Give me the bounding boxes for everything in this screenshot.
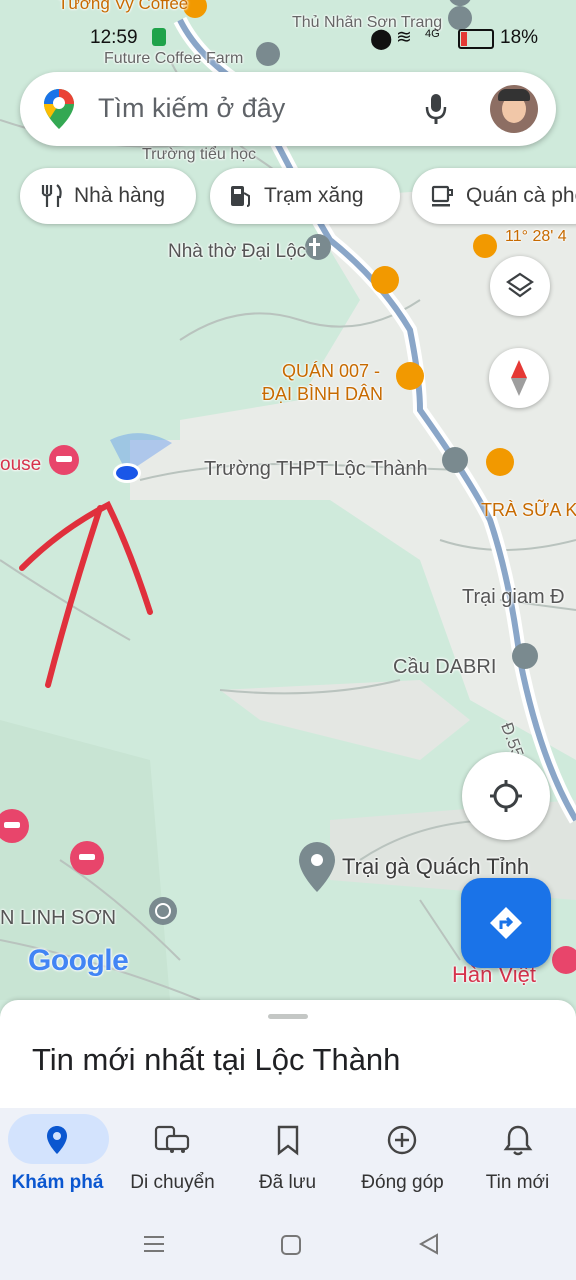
chip-label: Quán cà phê [466, 184, 576, 207]
status-bar: 12:59 ⬤ ≋ 4G 18% [0, 24, 576, 54]
bottom-sheet[interactable]: Tin mới nhất tại Lộc Thành [0, 1000, 576, 1108]
nav-contribute[interactable]: Đóng góp [345, 1108, 460, 1208]
map-label[interactable]: ouse [0, 454, 41, 476]
map-label[interactable]: Tường Vy Coffee [58, 0, 188, 14]
add-circle-icon [387, 1125, 417, 1155]
my-location-button[interactable] [462, 752, 550, 840]
compass-button[interactable] [489, 348, 549, 408]
gas-station-icon [231, 186, 250, 207]
chip-restaurants[interactable]: Nhà hàng [20, 168, 196, 224]
bottom-nav: Khám phá Di chuyển Đã lưu Đóng góp Tin m… [0, 1108, 576, 1208]
map-label[interactable]: Trại giam Đ [462, 586, 565, 609]
nav-updates[interactable]: Tin mới [460, 1108, 575, 1208]
back-icon[interactable] [418, 1232, 440, 1256]
layers-button[interactable] [490, 256, 550, 316]
nav-label: Đóng góp [361, 1172, 444, 1193]
commute-icon [154, 1125, 190, 1153]
status-time: 12:59 [90, 27, 138, 48]
avatar[interactable] [490, 85, 538, 133]
bell-icon [503, 1125, 533, 1156]
restaurant-icon [41, 184, 62, 207]
google-maps-logo-icon [44, 89, 74, 129]
battery-level: 18% [500, 27, 539, 48]
nav-label: Di chuyển [130, 1172, 215, 1193]
map-label[interactable]: Trường tiểu học [142, 146, 256, 164]
home-icon[interactable] [280, 1234, 302, 1256]
sheet-handle[interactable] [268, 1014, 308, 1019]
map-label: 11° 28' 4 [505, 228, 567, 245]
map-label[interactable]: Nhà thờ Đại Lộc [168, 241, 306, 263]
coffee-icon [431, 185, 453, 207]
layers-icon [506, 272, 534, 298]
location-icon: ⬤ [370, 28, 393, 50]
map-label[interactable]: Cầu DABRI [393, 656, 496, 679]
search-bar[interactable]: Tìm kiếm ở đây [20, 72, 556, 146]
google-logo: Google [28, 944, 129, 977]
map-label[interactable]: ĐẠI BÌNH DÂN [262, 384, 383, 405]
sheet-title: Tin mới nhất tại Lộc Thành [32, 1042, 401, 1077]
microphone-icon[interactable] [424, 92, 448, 126]
chip-label: Nhà hàng [74, 184, 166, 207]
battery-saver-icon [152, 28, 166, 46]
chip-coffee[interactable]: Quán cà phê [412, 168, 576, 224]
search-input[interactable]: Tìm kiếm ở đây [98, 93, 285, 124]
map-label[interactable]: N LINH SƠN [0, 907, 116, 930]
crosshair-icon [490, 780, 522, 812]
chip-gas-stations[interactable]: Trạm xăng [210, 168, 400, 224]
nav-commute[interactable]: Di chuyển [115, 1108, 230, 1208]
map-label[interactable]: Trường THPT Lộc Thành [204, 458, 428, 481]
directions-button[interactable] [461, 878, 551, 968]
system-nav-bar [0, 1208, 576, 1280]
map-label[interactable]: TRÀ SỮA K [481, 500, 576, 521]
bookmark-icon [277, 1125, 299, 1156]
explore-pin-icon [47, 1126, 67, 1154]
map-label[interactable]: Trại gà Quách Tỉnh [342, 854, 529, 880]
nav-label: Khám phá [11, 1172, 104, 1193]
network-type: 4G [425, 28, 440, 40]
map-label[interactable]: QUÁN 007 - [282, 361, 380, 382]
chip-label: Trạm xăng [264, 184, 364, 207]
menu-icon[interactable] [142, 1234, 166, 1254]
nav-saved[interactable]: Đã lưu [230, 1108, 345, 1208]
nav-explore[interactable]: Khám phá [0, 1108, 115, 1208]
wifi-icon: ≋ [396, 27, 412, 48]
nav-label: Đã lưu [258, 1172, 317, 1193]
directions-icon [490, 907, 522, 939]
compass-icon [511, 360, 527, 396]
nav-label: Tin mới [485, 1172, 550, 1193]
battery-icon [458, 29, 494, 49]
